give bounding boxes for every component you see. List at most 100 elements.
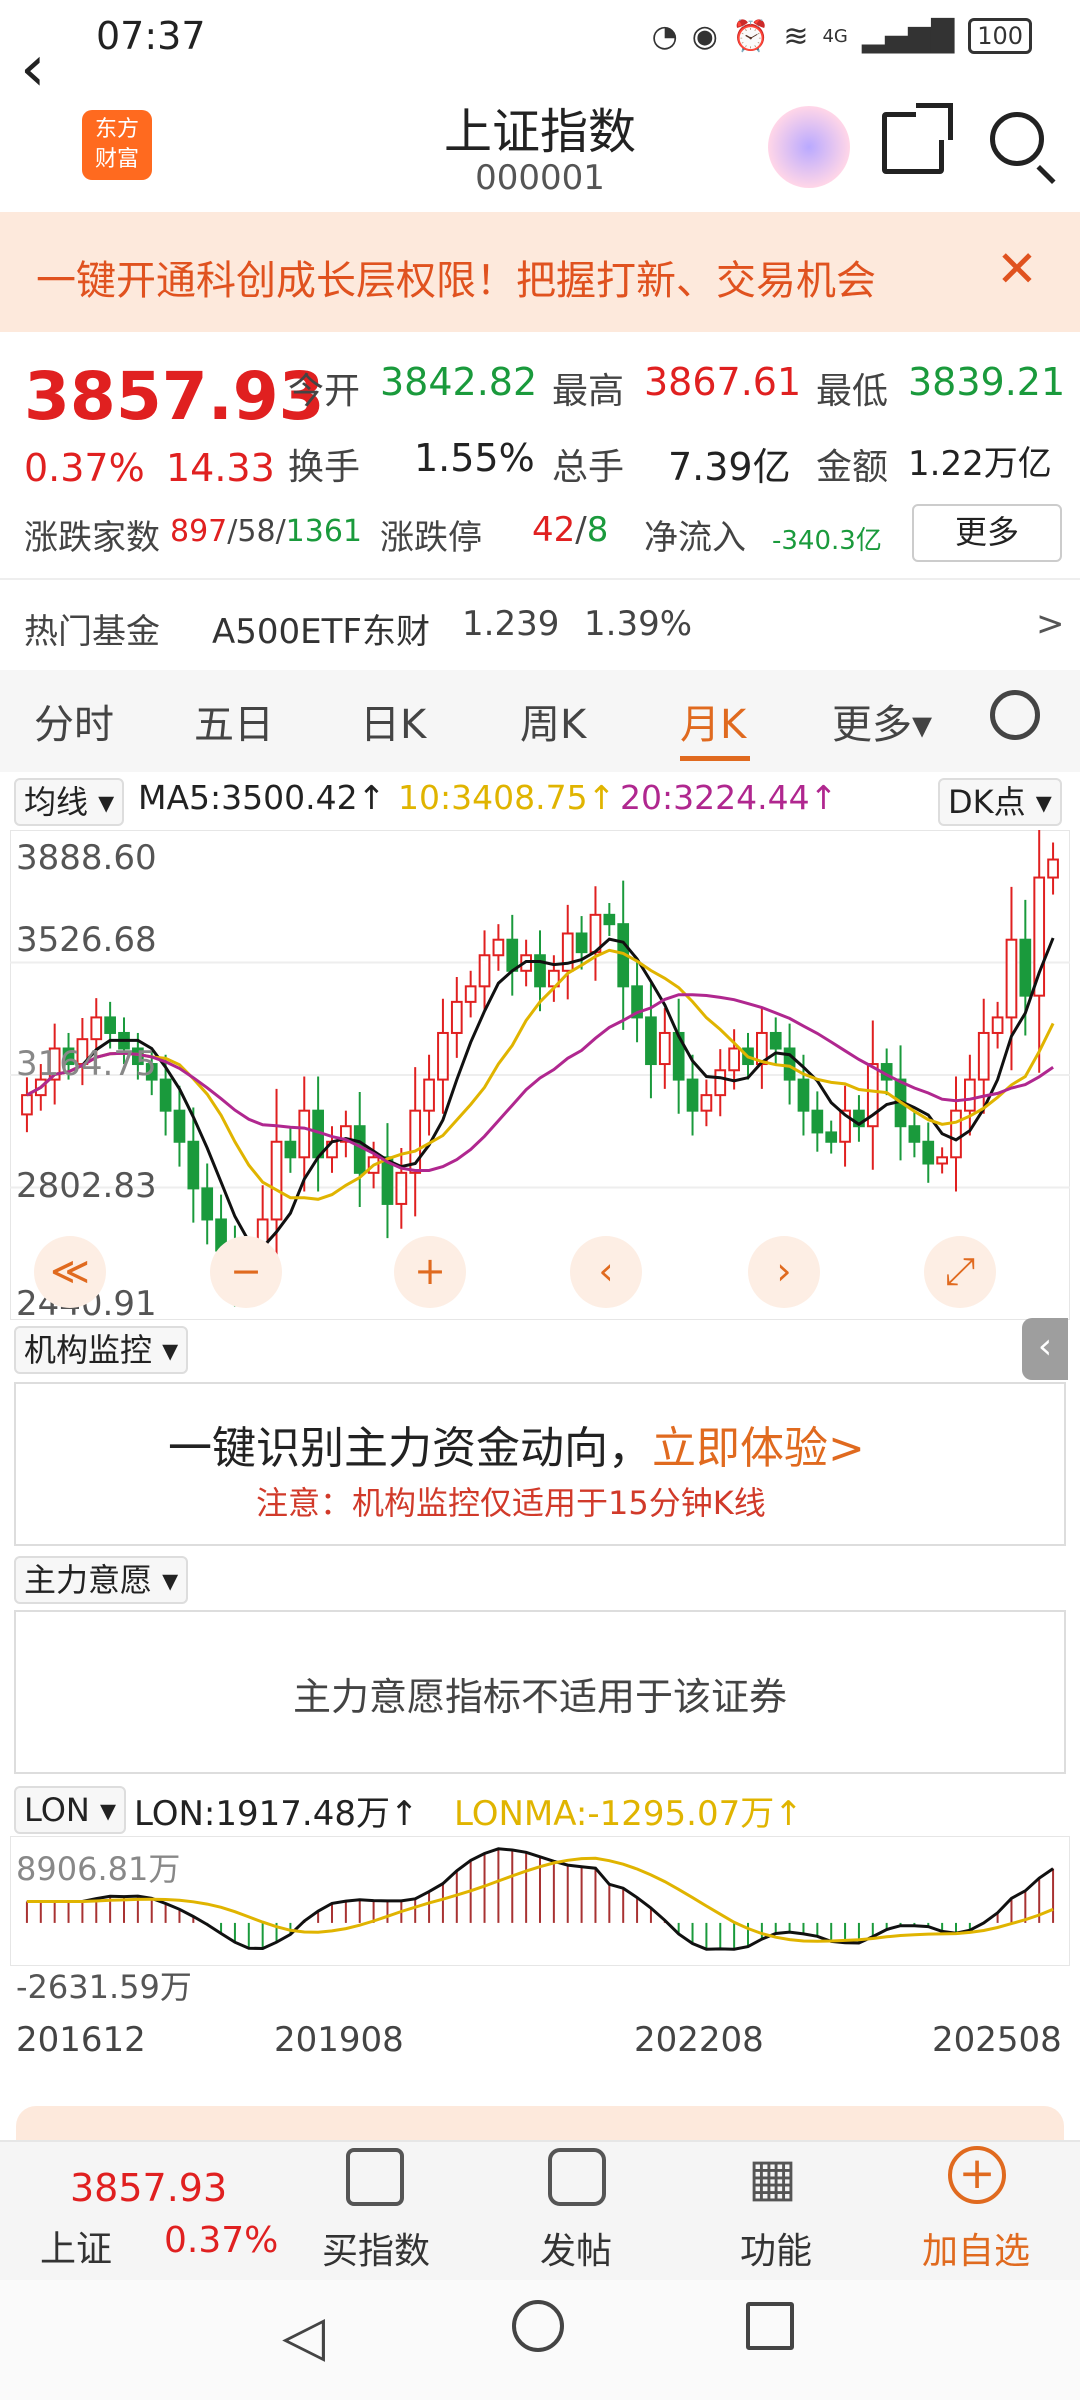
hot-fund-label: 热门基金 xyxy=(24,612,160,652)
add-watchlist-label[interactable]: 加自选 xyxy=(922,2222,1030,2274)
breadth-label: 涨跌家数 xyxy=(24,518,160,558)
buy-index-label[interactable]: 买指数 xyxy=(322,2222,430,2274)
prev-button[interactable]: ‹ xyxy=(570,1236,642,1308)
post-label[interactable]: 发帖 xyxy=(540,2222,612,2274)
first-page-button[interactable]: ≪ xyxy=(34,1236,106,1308)
change-percent: 0.37% xyxy=(24,446,145,490)
grid-icon[interactable]: ▦ xyxy=(748,2148,797,2208)
back-triangle-icon[interactable]: ◁ xyxy=(282,2304,325,2369)
candle-body xyxy=(658,1031,671,1066)
candle-body xyxy=(936,1156,948,1165)
zoom-out-button[interactable]: − xyxy=(210,1236,282,1308)
x-axis-label-3: 202208 xyxy=(634,2020,764,2060)
tab-intraday[interactable]: 分时 xyxy=(34,692,114,750)
hot-fund-price: 1.239 xyxy=(462,604,560,644)
close-icon[interactable]: ✕ xyxy=(996,240,1038,298)
candle-body xyxy=(173,1109,186,1143)
turnover-value: 1.55% xyxy=(414,436,535,480)
inflow-value: -340.3亿 xyxy=(772,526,882,556)
search-icon[interactable] xyxy=(990,112,1044,166)
hot-fund-name[interactable]: A500ETF东财 xyxy=(212,604,430,653)
tab-monthly-k[interactable]: 月K xyxy=(680,692,746,750)
limit-down: 8 xyxy=(586,510,609,550)
hot-fund-pct: 1.39% xyxy=(584,604,693,644)
candle-body xyxy=(464,985,477,1003)
lon-value: LON:1917.48万↑ xyxy=(134,1794,419,1834)
candle-body xyxy=(270,1140,283,1221)
candle-body xyxy=(686,1078,699,1112)
next-button[interactable]: › xyxy=(748,1236,820,1308)
intent-selector[interactable]: 主力意愿 ▾ xyxy=(14,1556,189,1604)
expand-button[interactable]: ⤢ xyxy=(924,1236,996,1308)
candle-body xyxy=(187,1140,200,1190)
y-axis-label-3: 3164.75 xyxy=(16,1044,157,1084)
wifi-icon: ≋ xyxy=(783,18,809,54)
bottom-index-pct[interactable]: 0.37% xyxy=(164,2220,278,2261)
low-label: 最低 xyxy=(816,371,889,412)
tab-daily-k[interactable]: 日K xyxy=(360,692,426,750)
ma20-legend: 20:3224.44↑ xyxy=(620,778,838,817)
candle-body xyxy=(561,932,574,972)
amount-label: 金额 xyxy=(816,447,889,488)
amount-value: 1.22万亿 xyxy=(908,444,1052,484)
institution-selector[interactable]: 机构监控 ▾ xyxy=(14,1326,189,1374)
assistant-robot-icon[interactable] xyxy=(768,106,850,188)
recents-square-icon[interactable] xyxy=(746,2302,794,2350)
tab-more[interactable]: 更多▾ xyxy=(832,692,932,750)
candle-body xyxy=(534,954,546,988)
institution-cta[interactable]: 立即体验> xyxy=(652,1423,865,1474)
limit-values: 42/8 xyxy=(532,510,609,550)
y-axis-label-4: 2802.83 xyxy=(16,1166,157,1206)
candle-body xyxy=(1019,938,1032,997)
speedometer-icon: ◔ xyxy=(651,18,678,54)
high-value: 3867.61 xyxy=(644,360,802,404)
ma-selector[interactable]: 均线 ▾ xyxy=(14,778,125,826)
promo-banner[interactable]: 一键开通科创成长层权限！把握打新、交易机会 ✕ xyxy=(0,212,1080,332)
candle-body xyxy=(825,1131,838,1143)
promo-strip[interactable] xyxy=(16,2106,1064,2140)
low-value: 3839.21 xyxy=(908,360,1066,404)
tab-five-day[interactable]: 五日 xyxy=(194,692,274,750)
lon-y-bottom: -2631.59万 xyxy=(16,1968,192,2006)
x-axis-label-4: 202508 xyxy=(932,2020,1062,2060)
collapse-tab-icon[interactable]: ‹ xyxy=(1022,1318,1068,1380)
intent-message: 主力意愿指标不适用于该证券 xyxy=(292,1675,787,1719)
function-label[interactable]: 功能 xyxy=(740,2222,812,2274)
y-axis-label-2: 3526.68 xyxy=(16,920,157,960)
candle-body xyxy=(908,1125,921,1143)
add-circle-icon[interactable]: + xyxy=(948,2146,1006,2204)
limit-label: 涨跌停 xyxy=(380,518,482,558)
institution-panel[interactable]: 一键识别主力资金动向，立即体验> 注意：机构监控仅适用于15分钟K线 xyxy=(14,1382,1066,1546)
gear-icon[interactable] xyxy=(990,690,1040,740)
active-tab-indicator xyxy=(680,756,750,761)
home-circle-icon[interactable] xyxy=(512,2300,564,2352)
edit-icon[interactable] xyxy=(548,2148,606,2206)
lon-selector[interactable]: LON ▾ xyxy=(14,1786,127,1834)
zoom-in-button[interactable]: + xyxy=(394,1236,466,1308)
turnover-label: 换手 xyxy=(288,447,361,488)
y-axis-label-1: 3888.60 xyxy=(16,838,157,878)
down-count: 1361 xyxy=(285,514,363,549)
intent-panel: 主力意愿指标不适用于该证券 xyxy=(14,1610,1066,1774)
system-nav: ◁ xyxy=(0,2280,1080,2400)
bottom-index-name[interactable]: 上证 xyxy=(40,2220,112,2272)
high-label: 最高 xyxy=(552,371,625,412)
candle-body xyxy=(645,1016,657,1066)
status-icons: ◔ ◉ ⏰ ≋ 4G ▂▄▆█ 100 xyxy=(652,18,1032,54)
open-label: 今开 xyxy=(288,371,361,412)
more-button[interactable]: 更多 xyxy=(912,504,1062,562)
tab-weekly-k[interactable]: 周K xyxy=(520,692,586,750)
hot-fund-arrow[interactable]: > xyxy=(1036,604,1065,644)
share-icon[interactable] xyxy=(882,103,953,174)
kline-chart[interactable] xyxy=(10,830,1070,1320)
institution-note: 注意：机构监控仅适用于15分钟K线 xyxy=(256,1484,766,1522)
bottom-index-price[interactable]: 3857.93 xyxy=(70,2166,227,2210)
volume-label: 总手 xyxy=(552,447,625,488)
limit-up: 42 xyxy=(532,510,576,550)
institution-headline-text: 一键识别主力资金动向， xyxy=(168,1423,652,1474)
dk-selector[interactable]: DK点 ▾ xyxy=(938,778,1062,826)
candle-body xyxy=(478,954,491,988)
candle-body xyxy=(700,1094,713,1112)
candle-body xyxy=(950,1109,962,1159)
chart-trend-icon[interactable] xyxy=(346,2148,404,2206)
